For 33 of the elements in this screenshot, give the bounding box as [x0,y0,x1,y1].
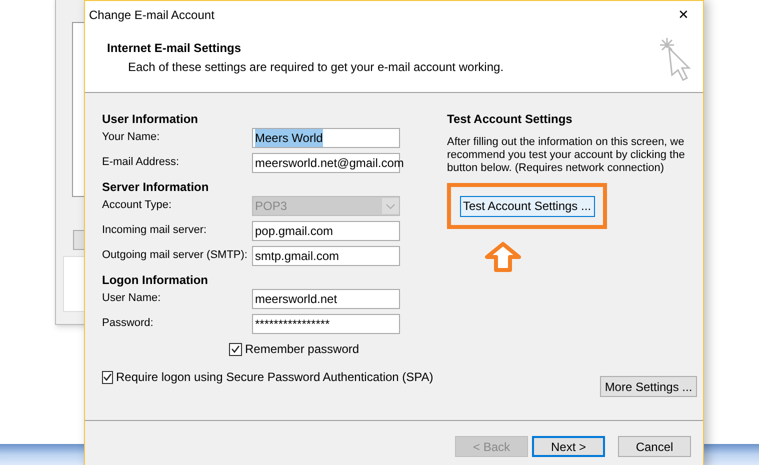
arrow-up-icon [483,241,523,274]
input-field[interactable]: pop.gmail.com [252,221,400,241]
section-heading: Logon Information [102,272,209,289]
field-label: E-mail Address: [102,155,180,170]
input-field[interactable]: **************** [252,314,400,334]
check-icon [231,345,240,353]
field-label: Password: [102,316,154,331]
field-label: User Name: [102,291,162,306]
close-button[interactable]: ✕ [678,5,689,25]
input-field[interactable]: meersworld.net [252,289,400,309]
field-label: Your Name: [102,130,161,145]
window-title: Change E-mail Account [89,7,214,24]
input-field[interactable]: Meers World [252,128,400,148]
section-heading: Test Account Settings [447,111,574,128]
checkbox-label: Remember password [245,341,360,358]
header-title: Internet E-mail Settings [107,40,242,57]
field-label: Incoming mail server: [102,223,208,238]
section-heading: Server Information [102,179,210,196]
checkbox-label: Require logon using Secure Password Authentication (SPA) [116,369,434,386]
checkbox[interactable] [102,370,113,384]
header-subtitle: Each of these settings are required to get your e-mail account working. [127,59,504,76]
more-settings-button[interactable]: More Settings ... [600,376,697,397]
checkbox[interactable] [229,342,242,356]
chevron-icon [382,198,399,214]
test-description: After filling out the information on this screen, we recommend you test your account by clicking the button below. (Requires network connection) [447,136,686,175]
field-label: Outgoing mail server (SMTP): [102,248,248,263]
dialog-button[interactable]: Next > [532,436,605,457]
section-heading: User Information [102,111,200,128]
test-account-settings-button[interactable]: Test Account Settings ... [460,196,594,216]
input-field[interactable]: smtp.gmail.com [252,246,400,266]
dialog-button[interactable]: Cancel [618,436,691,457]
field-label: Account Type: [102,198,173,213]
check-icon [103,373,112,381]
